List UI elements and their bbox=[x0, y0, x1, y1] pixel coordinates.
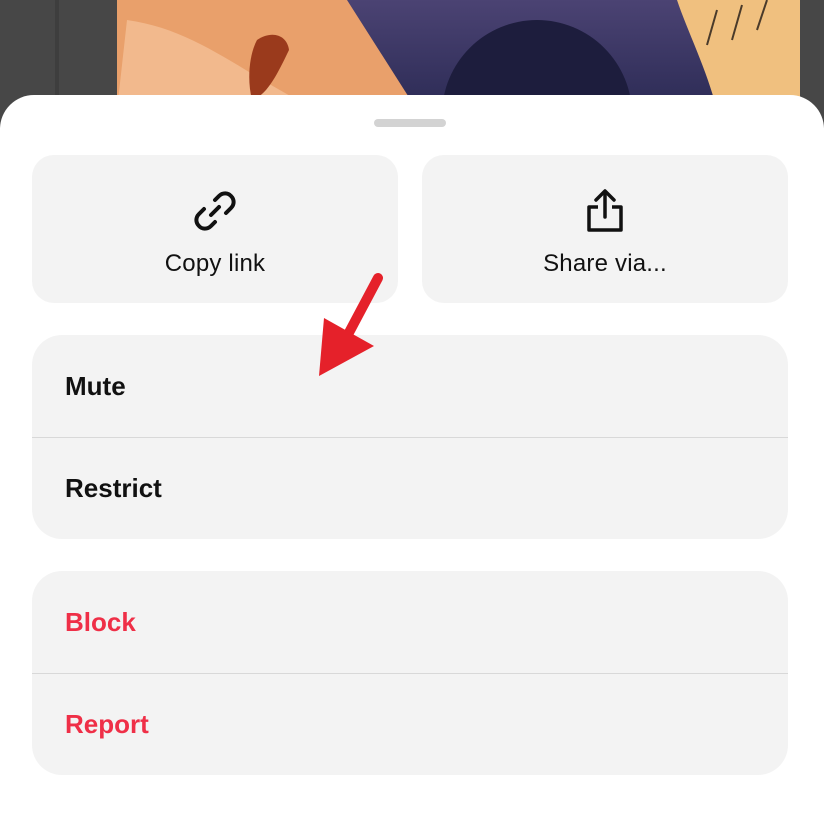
background-divider bbox=[55, 0, 59, 100]
share-via-label: Share via... bbox=[543, 250, 667, 277]
share-via-button[interactable]: Share via... bbox=[422, 155, 788, 303]
background-image bbox=[117, 0, 800, 110]
restrict-option[interactable]: Restrict bbox=[32, 437, 788, 538]
share-icon bbox=[587, 189, 623, 232]
copy-link-button[interactable]: Copy link bbox=[32, 155, 398, 303]
report-option[interactable]: Report bbox=[32, 673, 788, 774]
account-actions-group: Mute Restrict bbox=[32, 335, 788, 539]
copy-link-label: Copy link bbox=[164, 250, 266, 277]
link-icon bbox=[194, 191, 236, 231]
background-illustration bbox=[117, 0, 800, 110]
sheet-grabber-handle[interactable] bbox=[374, 119, 446, 127]
mute-option[interactable]: Mute bbox=[32, 335, 788, 437]
block-option[interactable]: Block bbox=[32, 571, 788, 673]
safety-actions-group: Block Report bbox=[32, 571, 788, 775]
bottom-sheet: Copy link Share via... Mute Restrict Blo… bbox=[0, 95, 824, 824]
